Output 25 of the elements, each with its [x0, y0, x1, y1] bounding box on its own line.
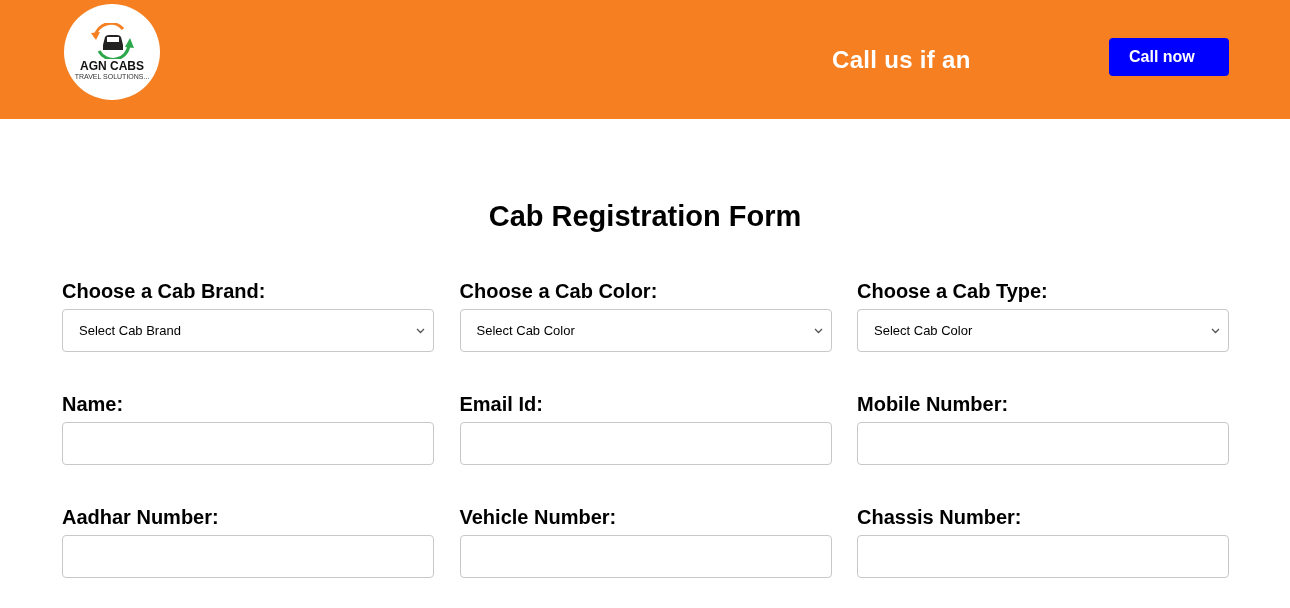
scrolling-text: Call us if an	[832, 45, 971, 73]
field-label: Choose a Cab Brand:	[62, 279, 267, 303]
input-field[interactable]	[459, 535, 832, 578]
field-label: Choose a Cab Color:	[459, 279, 659, 303]
chevron-down-icon	[1211, 327, 1220, 334]
field-label: Mobile Number:	[857, 392, 1010, 416]
field-label: Choose a Cab Type:	[857, 279, 1049, 303]
call-button[interactable]: Call now	[1109, 37, 1229, 76]
field-label: Name:	[62, 392, 125, 416]
chevron-down-icon	[813, 327, 823, 334]
field-label: Email Id:	[459, 392, 544, 416]
logo-name: AGN CABS	[80, 60, 144, 72]
input-field[interactable]	[857, 422, 1229, 465]
input-field[interactable]	[459, 422, 832, 465]
dropdown[interactable]: Select Cab Brand	[62, 309, 434, 352]
field-label: Aadhar Number:	[62, 505, 220, 529]
dropdown[interactable]: Select Cab Color	[459, 309, 832, 352]
chevron-down-icon	[416, 327, 425, 334]
field-label: Vehicle Number:	[459, 505, 618, 529]
input-field[interactable]	[857, 535, 1229, 578]
field-label: Chassis Number:	[857, 505, 1023, 529]
input-field[interactable]	[62, 422, 434, 465]
dropdown[interactable]: Select Cab Color	[857, 309, 1229, 352]
form-title: Cab Registration Form	[487, 199, 803, 234]
input-field[interactable]	[62, 535, 434, 578]
